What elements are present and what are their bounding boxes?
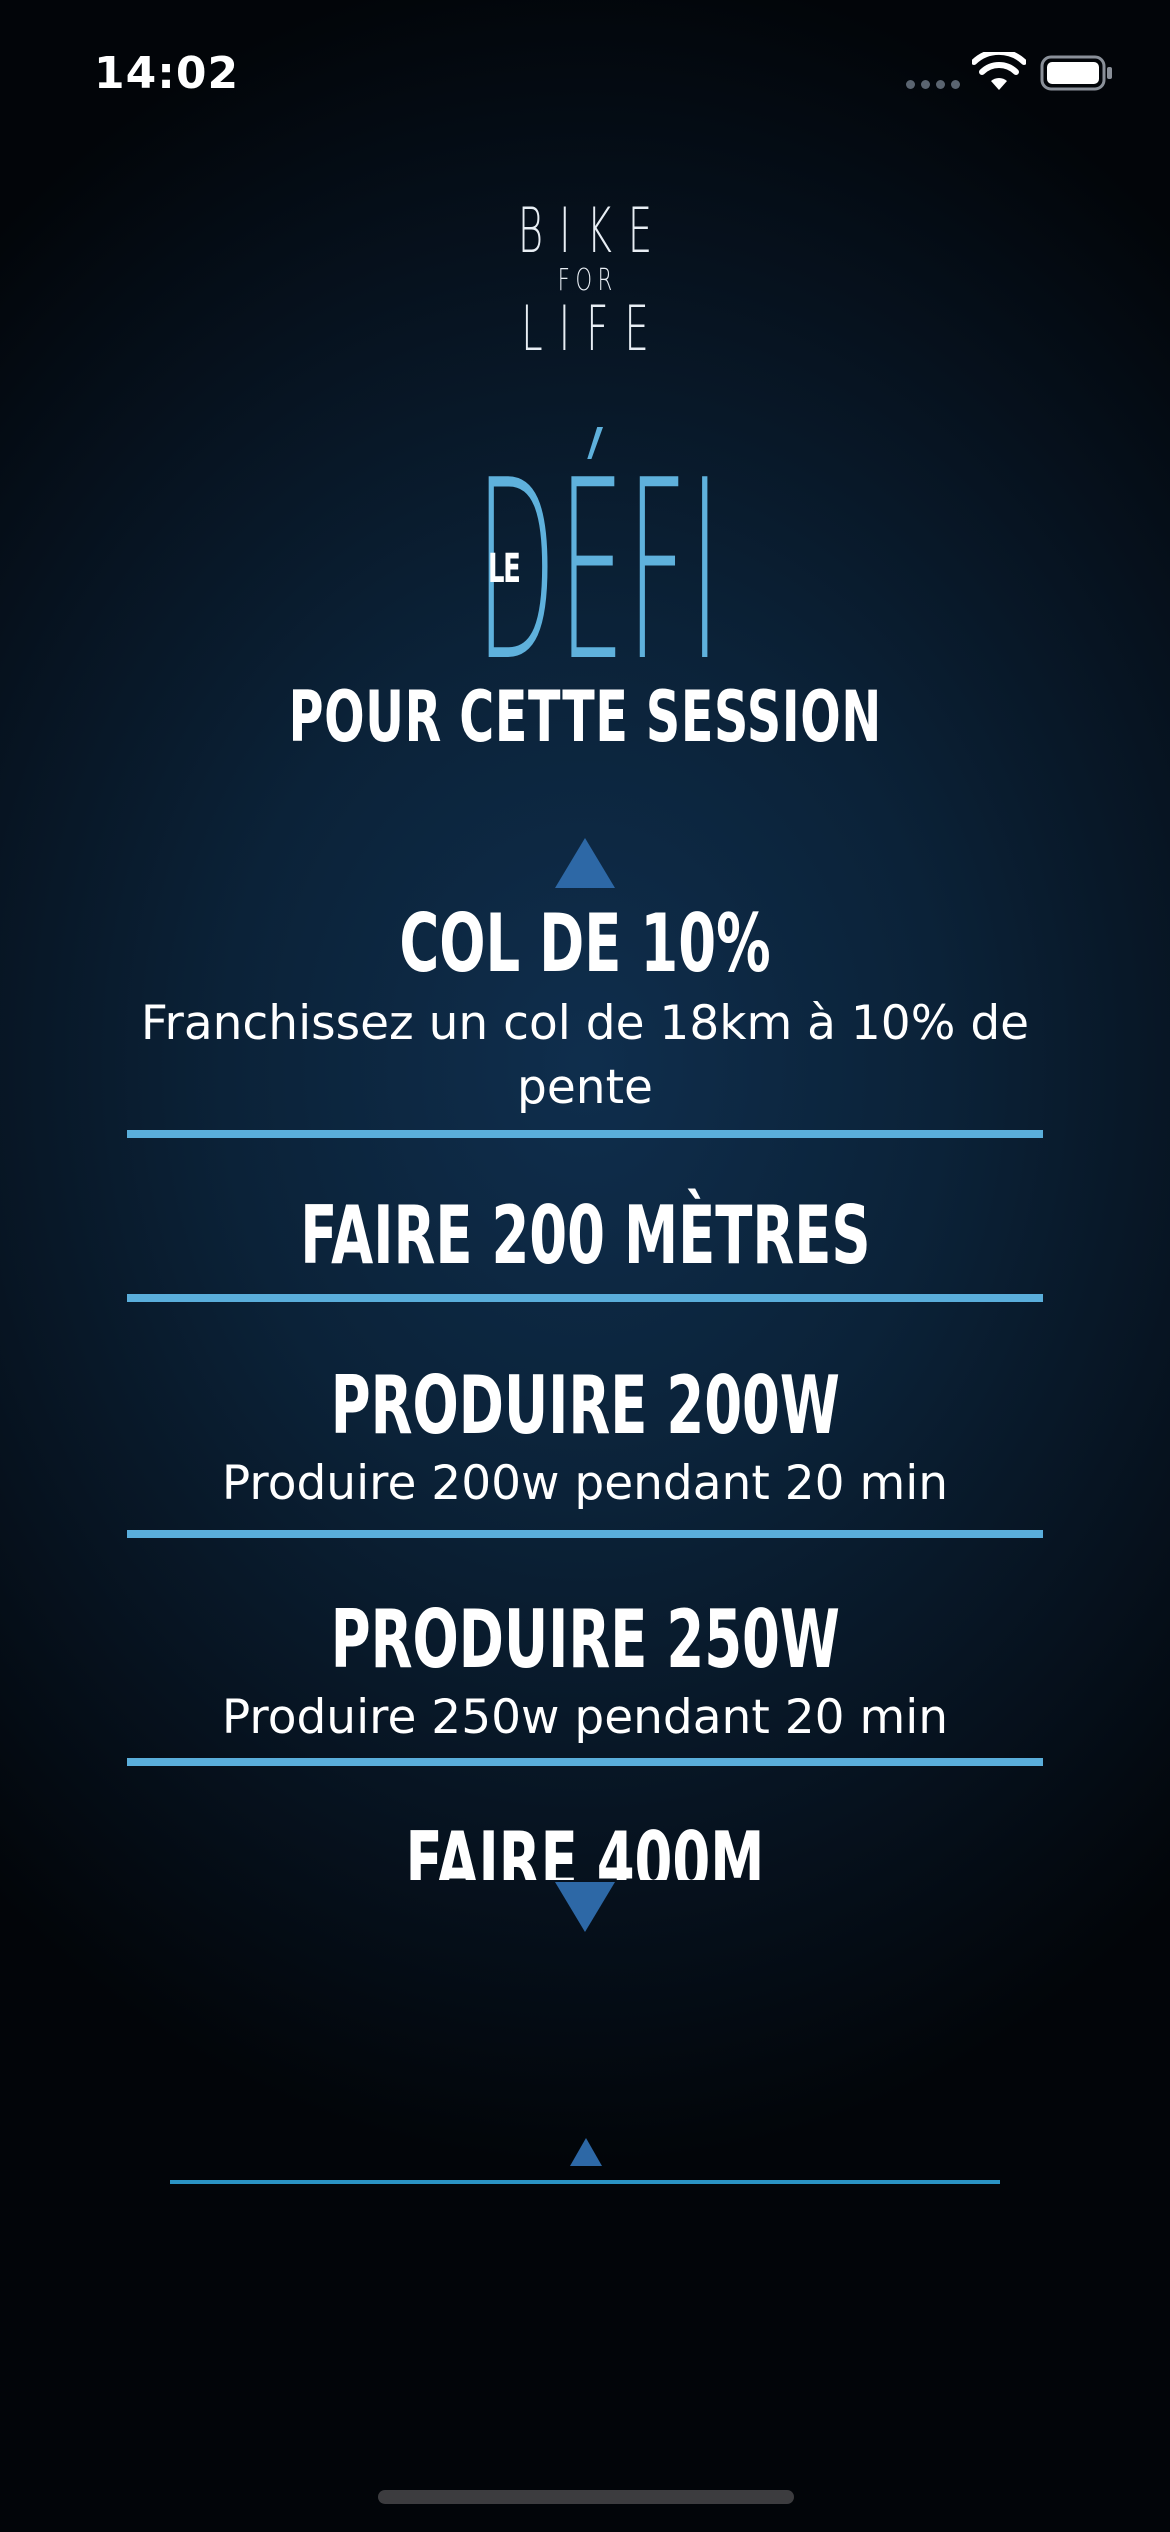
- challenge-title: PRODUIRE 250W: [330, 1593, 840, 1686]
- scroll-up-icon[interactable]: [555, 838, 615, 888]
- challenge-picker[interactable]: COL DE 10% Franchissez un col de 18km à …: [127, 890, 1043, 1880]
- page-title-prefix: LE: [488, 546, 521, 592]
- challenge-description: Produire 250w pendant 20 min: [221, 1690, 949, 1745]
- expand-up-icon[interactable]: [570, 2138, 602, 2166]
- challenge-description: Franchissez un col de 18km à 10% de pent…: [140, 996, 1030, 1115]
- cellular-signal-icon: [906, 80, 960, 89]
- status-time: 14:02: [94, 48, 240, 99]
- challenge-title: FAIRE 200 MÈTRES: [299, 1189, 871, 1282]
- challenge-option[interactable]: COL DE 10% Franchissez un col de 18km à …: [127, 898, 1043, 1138]
- status-bar: 14:02: [0, 0, 1170, 140]
- challenge-option[interactable]: FAIRE 400M: [127, 1766, 1043, 1881]
- bike-for-life-logo: BIKE FOR LIFE: [0, 200, 1170, 360]
- page-subtitle: POUR CETTE SESSION: [0, 676, 1170, 758]
- page-subtitle-text: POUR CETTE SESSION: [288, 676, 882, 758]
- challenge-title: PRODUIRE 200W: [330, 1359, 840, 1452]
- challenge-title: FAIRE 400M: [405, 1815, 765, 1881]
- logo-line-life: LIFE: [521, 292, 665, 365]
- logo-line-bike: BIKE: [517, 194, 669, 267]
- challenge-option[interactable]: FAIRE 200 MÈTRES: [127, 1138, 1043, 1302]
- wifi-icon: [972, 52, 1026, 90]
- challenge-option[interactable]: PRODUIRE 250W Produire 250w pendant 20 m…: [127, 1526, 1043, 1766]
- challenge-description: Produire 200w pendant 20 min: [221, 1456, 949, 1511]
- scroll-down-icon[interactable]: [555, 1882, 615, 1932]
- challenge-option[interactable]: PRODUIRE 200W Produire 200w pendant 20 m…: [127, 1302, 1043, 1538]
- battery-icon: [1040, 55, 1112, 91]
- bottom-divider: [170, 2180, 1000, 2184]
- challenge-title: COL DE 10%: [399, 897, 771, 990]
- home-indicator[interactable]: [378, 2490, 794, 2504]
